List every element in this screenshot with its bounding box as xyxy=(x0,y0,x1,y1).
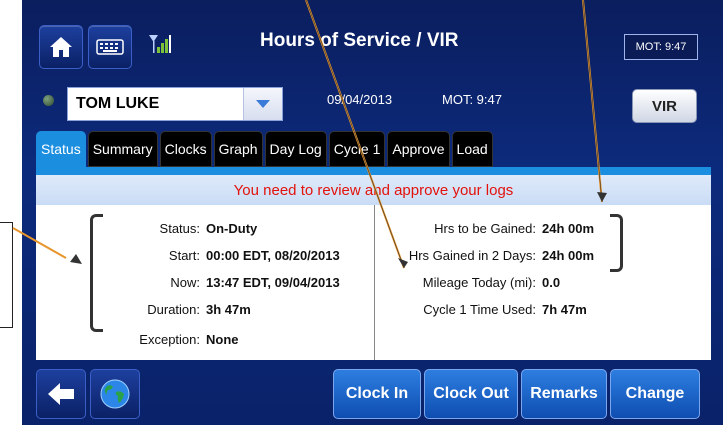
globe-button[interactable] xyxy=(90,369,140,419)
keyboard-button[interactable] xyxy=(88,25,132,69)
field-value: None xyxy=(206,332,239,347)
field-start: Start: 00:00 EDT, 08/20/2013 xyxy=(96,248,340,263)
field-duration: Duration: 3h 47m xyxy=(96,302,251,317)
driver-select[interactable]: TOM LUKE xyxy=(67,87,283,121)
field-hrs-to-be-gained: Hrs to be Gained: 24h 00m xyxy=(386,221,594,236)
tab-bar: Status Summary Clocks Graph Day Log Cycl… xyxy=(36,131,493,167)
chevron-down-icon[interactable] xyxy=(243,88,282,120)
field-value: 0.0 xyxy=(542,275,561,290)
field-value: 3h 47m xyxy=(206,302,251,317)
vir-button[interactable]: VIR xyxy=(632,89,697,123)
tab-status[interactable]: Status xyxy=(36,131,86,167)
arrow-left-icon xyxy=(48,383,74,405)
field-mileage-today: Mileage Today (mi): 0.0 xyxy=(386,275,560,290)
field-value: 13:47 EDT, 09/04/2013 xyxy=(206,275,340,290)
home-button[interactable] xyxy=(39,25,83,69)
field-value: On-Duty xyxy=(206,221,258,236)
keyboard-icon xyxy=(96,39,124,55)
field-value: 24h 00m xyxy=(542,221,595,236)
annotation-callout-box xyxy=(0,222,13,328)
field-value: 00:00 EDT, 08/20/2013 xyxy=(206,248,340,263)
field-label: Now: xyxy=(170,275,200,290)
field-value: 24h 00m xyxy=(542,248,595,263)
tab-graph[interactable]: Graph xyxy=(213,131,263,167)
field-label: Hrs Gained in 2 Days: xyxy=(408,248,536,263)
field-exception: Exception: None xyxy=(96,332,239,347)
annotation-bracket-left xyxy=(90,214,103,332)
field-label: Status: xyxy=(159,221,200,236)
annotation-bracket-right xyxy=(610,214,623,272)
status-panel: Status: On-Duty Start: 00:00 EDT, 08/20/20… xyxy=(36,205,711,360)
tab-load[interactable]: Load xyxy=(451,131,493,167)
column-divider xyxy=(374,205,375,360)
tab-approve[interactable]: Approve xyxy=(387,131,450,167)
mot-clock-indicator: MOT: 9:47 xyxy=(624,34,698,60)
field-label: Exception: xyxy=(139,332,200,347)
field-now: Now: 13:47 EDT, 09/04/2013 xyxy=(96,275,340,290)
clock-in-button[interactable]: Clock In xyxy=(333,369,421,419)
mot-time: MOT: 9:47 xyxy=(442,92,502,107)
back-button[interactable] xyxy=(36,369,86,419)
tab-cycle-1[interactable]: Cycle 1 xyxy=(328,131,386,167)
tab-day-log[interactable]: Day Log xyxy=(264,131,327,167)
remarks-button[interactable]: Remarks xyxy=(521,369,607,419)
device-screen: Hours of Service / VIR MOT: 9:47 TOM LUK… xyxy=(22,0,723,425)
field-cycle-1-time-used: Cycle 1 Time Used: 7h 47m xyxy=(386,302,587,317)
page-title: Hours of Service / VIR xyxy=(260,30,459,51)
clock-out-button[interactable]: Clock Out xyxy=(424,369,518,419)
status-led xyxy=(43,95,54,106)
globe-icon xyxy=(100,379,130,409)
tab-panel-edge xyxy=(36,167,711,175)
field-hrs-gained-2-days: Hrs Gained in 2 Days: 24h 00m xyxy=(386,248,594,263)
change-button[interactable]: Change xyxy=(610,369,700,419)
field-label: Duration: xyxy=(147,302,200,317)
field-label: Start: xyxy=(168,248,200,263)
tab-clocks[interactable]: Clocks xyxy=(159,131,212,167)
current-date: 09/04/2013 xyxy=(327,92,393,107)
home-icon xyxy=(50,37,72,57)
field-label: Hrs to be Gained: xyxy=(434,221,536,236)
approval-banner: You need to review and approve your logs xyxy=(36,175,711,205)
tab-summary[interactable]: Summary xyxy=(87,131,158,167)
signal-strength-icon xyxy=(148,33,172,60)
field-status: Status: On-Duty xyxy=(96,221,258,236)
field-label: Mileage Today (mi): xyxy=(422,275,536,290)
driver-name: TOM LUKE xyxy=(76,95,160,112)
field-value: 7h 47m xyxy=(542,302,587,317)
field-label: Cycle 1 Time Used: xyxy=(423,302,536,317)
